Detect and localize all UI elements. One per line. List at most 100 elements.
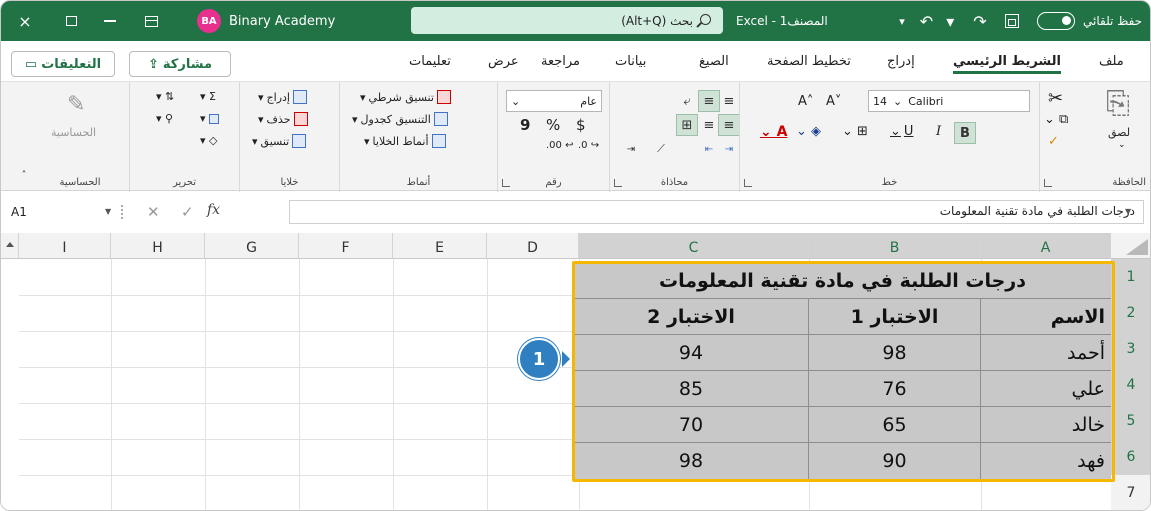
format-cells-button[interactable]: ▾ تنسيق (252, 134, 307, 148)
bold-button[interactable]: B (954, 122, 976, 144)
table-cell-name[interactable]: خالد (981, 407, 1111, 443)
column-header-e[interactable]: E (393, 233, 487, 259)
table-cell-test2[interactable]: 94 (574, 335, 809, 371)
conditional-formatting-button[interactable]: ▾ تنسيق شرطي (360, 90, 451, 104)
cancel-icon[interactable]: ✕ (147, 203, 160, 221)
tab-home[interactable]: الشريط الرئيسي (953, 41, 1061, 81)
decrease-decimal-icon[interactable]: .00 ↩ (546, 140, 573, 151)
table-title-cell[interactable]: درجات الطلبة في مادة تقنية المعلومات (574, 263, 1111, 299)
column-header-g[interactable]: G (205, 233, 299, 259)
clear-icon[interactable]: ▾ ◇ (200, 134, 217, 147)
tab-data[interactable]: بيانات (615, 41, 646, 81)
column-header-d[interactable]: D (487, 233, 579, 259)
tab-insert[interactable]: إدراج (887, 41, 915, 81)
table-cell-test2[interactable]: 98 (574, 443, 809, 479)
header-name-cell[interactable]: الاسم (981, 299, 1111, 335)
underline-button[interactable]: ⌄ U (890, 124, 913, 139)
column-header-a[interactable]: A (981, 233, 1111, 259)
orientation-icon[interactable]: ⟋ (650, 138, 672, 160)
currency-button[interactable]: $ (576, 116, 586, 134)
comma-style-button[interactable]: 9 (520, 116, 530, 134)
ribbon-display-icon[interactable] (137, 1, 165, 41)
wrap-text-icon[interactable]: ⤶ (676, 90, 698, 112)
tab-help[interactable]: تعليمات (409, 41, 451, 81)
sensitivity-icon[interactable]: ✎ (67, 92, 85, 117)
insert-function-button[interactable]: fx (207, 202, 220, 218)
indent-icon[interactable]: ⇥ (620, 138, 642, 160)
insert-cells-button[interactable]: ▾ إدراج (258, 90, 307, 104)
table-cell-test1[interactable]: 76 (809, 371, 981, 407)
font-color-button[interactable]: ⌄ A (760, 124, 787, 140)
autosum-icon[interactable]: ▾ Σ (200, 90, 216, 103)
grow-font-button[interactable]: A˄ (798, 94, 813, 109)
table-cell-test1[interactable]: 98 (809, 335, 981, 371)
select-all-button[interactable] (1111, 233, 1150, 259)
shrink-font-button[interactable]: A˅ (826, 94, 841, 109)
formula-input[interactable]: درجات الطلبة في مادة تقنية المعلومات (289, 200, 1144, 224)
column-header-i[interactable]: I (19, 233, 111, 259)
column-header-b[interactable]: B (809, 233, 981, 259)
increase-decimal-icon[interactable]: .0 ↪ (578, 140, 599, 151)
table-cell-name[interactable]: فهد (981, 443, 1111, 479)
decrease-indent-icon[interactable]: ⇤ (698, 138, 720, 160)
collapse-ribbon-icon[interactable]: ˄ (13, 164, 35, 186)
table-cell-name[interactable]: علي (981, 371, 1111, 407)
formula-bar-resize-handle[interactable] (121, 205, 123, 219)
merge-center-icon[interactable]: ⊞ (676, 114, 698, 136)
cell-styles-button[interactable]: ▾ أنماط الخلايا (364, 134, 446, 148)
align-left-icon[interactable]: ≡ (698, 114, 720, 136)
row-header-2[interactable]: 2 (1111, 295, 1150, 331)
paste-button[interactable]: لصق (1108, 126, 1130, 139)
percent-button[interactable]: % (546, 116, 560, 134)
user-name[interactable]: Binary Academy (229, 1, 335, 41)
sensitivity-button[interactable]: الحساسية (51, 126, 96, 139)
row-header-5[interactable]: 5 (1111, 403, 1150, 439)
tab-page-layout[interactable]: تخطيط الصفحة (767, 41, 851, 81)
minimize-icon[interactable] (97, 1, 123, 41)
row-header-3[interactable]: 3 (1111, 331, 1150, 367)
search-input[interactable]: (Alt+Q) بحث (411, 7, 723, 34)
paste-dropdown-icon[interactable]: ⌄ (1118, 140, 1126, 150)
row-header-4[interactable]: 4 (1111, 367, 1150, 403)
restore-icon[interactable] (57, 1, 85, 41)
header-test1-cell[interactable]: الاختبار 1 (809, 299, 981, 335)
row-header-1[interactable]: 1 (1111, 259, 1150, 295)
share-button[interactable]: ⇪ مشاركة (129, 51, 231, 77)
align-top-icon[interactable]: ≡ (698, 90, 720, 112)
table-cell-name[interactable]: أحمد (981, 335, 1111, 371)
name-box[interactable]: A1 (11, 201, 99, 223)
tab-formulas[interactable]: الصيغ (699, 41, 729, 81)
column-header-c[interactable]: C (579, 233, 809, 259)
find-icon[interactable]: ▾ ⚲ (156, 112, 173, 125)
comments-button[interactable]: ▭ التعليقات (11, 51, 115, 77)
tab-view[interactable]: عرض (488, 41, 519, 81)
column-header-h[interactable]: H (111, 233, 205, 259)
table-cell-test1[interactable]: 90 (809, 443, 981, 479)
save-icon[interactable] (1001, 1, 1023, 41)
enter-icon[interactable]: ✓ (181, 203, 194, 221)
delete-cells-button[interactable]: ▾ حذف (258, 112, 308, 126)
column-header-f[interactable]: F (299, 233, 393, 259)
fill-color-button[interactable]: ⌄ ◈ (796, 124, 821, 139)
paste-icon[interactable]: ⎘ (1106, 86, 1130, 121)
number-format-select[interactable]: ⌄ عام (506, 90, 602, 112)
align-middle-icon[interactable]: ≡ (718, 90, 740, 112)
undo-icon[interactable]: ↶ ▾ (913, 1, 965, 41)
row-header-7[interactable]: 7 (1111, 475, 1150, 510)
copy-icon[interactable]: ⌄ ⧉ (1044, 112, 1068, 127)
header-test2-cell[interactable]: الاختبار 2 (574, 299, 809, 335)
fill-icon[interactable]: ▾ (200, 112, 219, 125)
italic-button[interactable]: I (936, 124, 941, 139)
table-cell-test2[interactable]: 70 (574, 407, 809, 443)
font-selector[interactable]: 14 ⌄ Calibri (868, 90, 1030, 112)
expand-formula-bar-icon[interactable]: ▼ (1125, 207, 1131, 216)
tab-review[interactable]: مراجعة (541, 41, 580, 81)
redo-icon[interactable]: ↷ (969, 1, 991, 41)
table-cell-test1[interactable]: 65 (809, 407, 981, 443)
borders-button[interactable]: ⌄ ⊞ (842, 124, 868, 139)
format-painter-icon[interactable]: ✓ (1048, 134, 1059, 149)
scroll-up-icon[interactable] (1, 233, 19, 259)
row-header-6[interactable]: 6 (1111, 439, 1150, 475)
cut-icon[interactable]: ✂ (1048, 88, 1063, 109)
table-cell-test2[interactable]: 85 (574, 371, 809, 407)
